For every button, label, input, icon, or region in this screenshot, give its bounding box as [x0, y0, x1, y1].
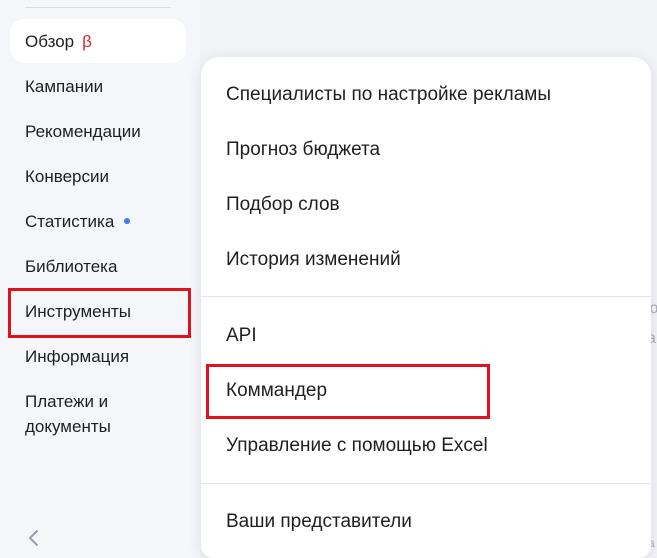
- sidebar-divider: [25, 7, 171, 8]
- menu-item-budget-forecast[interactable]: Прогноз бюджета: [226, 137, 380, 163]
- menu-item-ad-specialists[interactable]: Специалисты по настройке рекламы: [226, 82, 551, 108]
- sidebar-item-label: Статистика: [25, 212, 115, 231]
- sidebar-item-label: Конверсии: [25, 167, 109, 186]
- menu-item-change-history[interactable]: История изменений: [226, 247, 401, 273]
- menu-item-label: Ваши представители: [226, 511, 412, 532]
- sidebar-item-overview[interactable]: Обзор β: [25, 29, 92, 54]
- sidebar-item-label-line2: документы: [25, 417, 111, 436]
- menu-divider: [201, 483, 651, 484]
- menu-item-label: API: [226, 325, 257, 346]
- sidebar-item-tools[interactable]: Инструменты: [25, 299, 131, 324]
- sidebar-item-label: Информация: [25, 347, 130, 366]
- menu-item-label: Коммандер: [226, 380, 328, 401]
- menu-item-label: Прогноз бюджета: [226, 139, 381, 160]
- sidebar-item-label: Обзор: [25, 32, 75, 51]
- menu-item-label: История изменений: [226, 249, 401, 270]
- sidebar-item-library[interactable]: Библиотека: [25, 254, 117, 279]
- menu-item-label: Управление с помощью Excel: [226, 435, 488, 456]
- sidebar-item-conversions[interactable]: Конверсии: [25, 164, 109, 189]
- menu-item-representatives[interactable]: Ваши представители: [226, 509, 412, 535]
- notification-dot: [124, 217, 131, 224]
- sidebar-item-information[interactable]: Информация: [25, 344, 129, 369]
- sidebar-item-label: Рекомендации: [25, 122, 141, 141]
- beta-badge: β: [82, 32, 92, 51]
- sidebar-item-label: Платежи и: [25, 392, 109, 411]
- menu-item-label: Специалисты по настройке рекламы: [226, 84, 552, 105]
- sidebar-item-recommendations[interactable]: Рекомендации: [25, 119, 141, 144]
- menu-divider: [201, 296, 651, 297]
- sidebar-item-label: Кампании: [25, 77, 104, 96]
- sidebar-item-label: Библиотека: [25, 257, 118, 276]
- chevron-left-icon[interactable]: [26, 528, 44, 548]
- tools-dropdown-menu: Специалисты по настройке рекламы Прогноз…: [201, 57, 651, 558]
- menu-item-keyword-selection[interactable]: Подбор слов: [226, 192, 340, 218]
- sidebar: Обзор β Кампании Рекомендации Конверсии С…: [0, 0, 200, 558]
- menu-item-label: Подбор слов: [226, 194, 340, 215]
- menu-item-api[interactable]: API: [226, 323, 257, 349]
- sidebar-item-statistics[interactable]: Статистика: [25, 209, 131, 234]
- menu-item-commander[interactable]: Коммандер: [226, 378, 327, 404]
- sidebar-item-label: Инструменты: [25, 302, 132, 321]
- sidebar-item-campaigns[interactable]: Кампании: [25, 74, 103, 99]
- menu-item-excel-management[interactable]: Управление с помощью Excel: [226, 433, 488, 459]
- sidebar-item-payments[interactable]: Платежи и документы: [25, 389, 111, 439]
